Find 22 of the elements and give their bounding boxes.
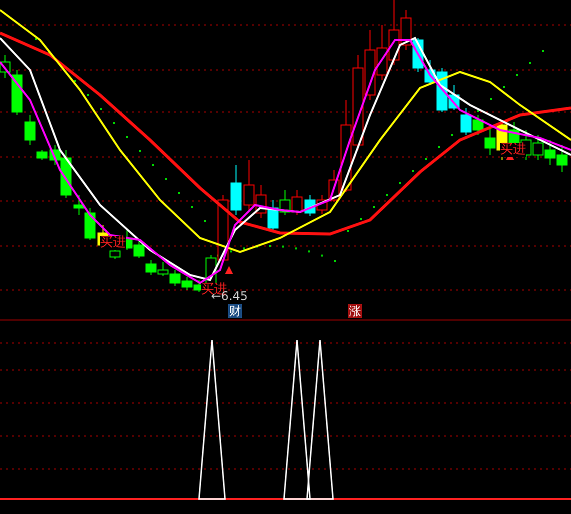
- candlestick: [268, 200, 278, 232]
- candlestick: [364, 30, 376, 100]
- signal-badge: 财: [228, 304, 242, 318]
- candlestick: [158, 262, 168, 276]
- candlestick: [24, 114, 36, 146]
- candlestick: [556, 144, 568, 172]
- candlestick: [146, 260, 156, 276]
- buy-signal-label: 买进: [500, 143, 526, 157]
- candlestick: [280, 190, 290, 216]
- candlestick: [304, 194, 316, 216]
- candlestick: [134, 240, 144, 258]
- candlestick: [230, 164, 242, 216]
- candlestick: [376, 24, 388, 80]
- candlestick: [460, 108, 472, 136]
- candlestick: [544, 140, 556, 166]
- buy-signal-label: 买进: [100, 236, 126, 250]
- signal-badge: 涨: [348, 304, 362, 318]
- candlestick: [36, 150, 48, 160]
- candlestick: [532, 134, 544, 160]
- candlestick: [292, 190, 302, 216]
- candlestick: [182, 276, 192, 290]
- candlestick: [170, 270, 180, 286]
